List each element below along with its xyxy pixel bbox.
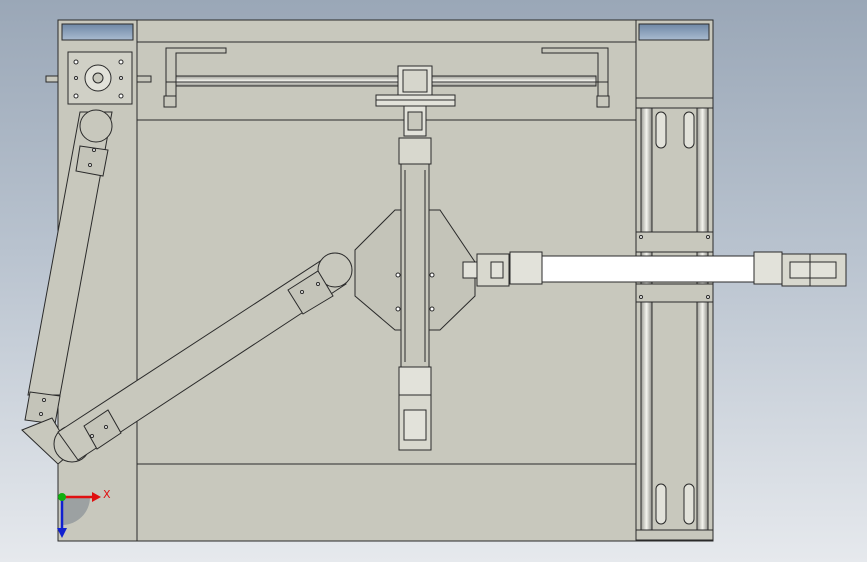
hex-hole [429, 272, 435, 278]
hex-hole [429, 306, 435, 312]
top-beam [136, 19, 637, 43]
corner-window-left [61, 23, 134, 41]
cad-viewport[interactable]: X [0, 0, 867, 562]
y-axis-dot [58, 493, 66, 501]
x-axis-label: X [103, 488, 111, 501]
hex-hole [395, 272, 401, 278]
center-vertical-arm [398, 105, 432, 451]
horizontal-arm [462, 251, 847, 287]
hex-hole [395, 306, 401, 312]
corner-window-right [638, 23, 710, 41]
